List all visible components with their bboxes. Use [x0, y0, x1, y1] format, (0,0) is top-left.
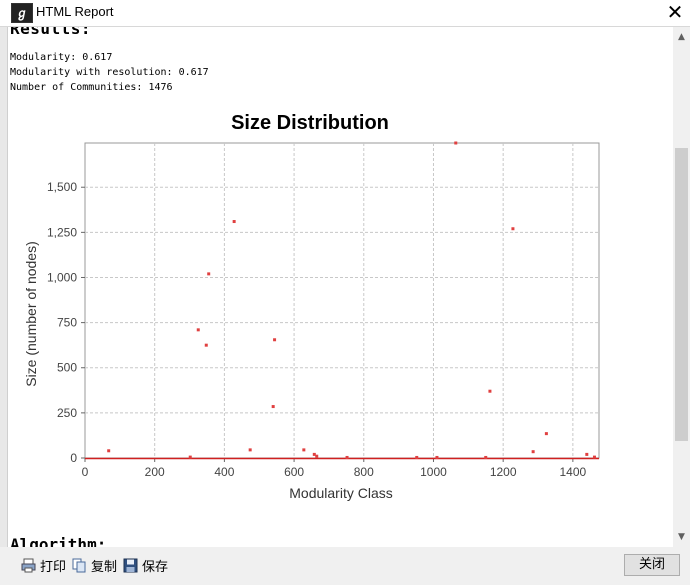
x-tick-label: 600 [284, 465, 304, 479]
data-point [488, 389, 492, 393]
results-heading: Results: [10, 27, 92, 38]
modularity-stat: Modularity: 0.617 [10, 52, 113, 63]
scrollbar-thumb[interactable] [675, 148, 688, 441]
floppy-disk-icon [123, 558, 138, 572]
data-point [415, 455, 419, 459]
x-tick-label: 0 [82, 465, 89, 479]
scroll-up-arrow-icon[interactable]: ▲ [673, 29, 690, 45]
chart-y-axis-label: Size (number of nodes) [23, 241, 39, 387]
copy-label: 复制 [91, 559, 118, 575]
data-point [585, 452, 589, 456]
plot-area [84, 142, 600, 459]
window-title: HTML Report [36, 4, 114, 19]
x-tick-label: 200 [145, 465, 165, 479]
data-point [248, 448, 252, 452]
community-count-stat: Number of Communities: 1476 [10, 82, 173, 93]
data-point [302, 448, 306, 452]
chart-title: Size Distribution [231, 112, 389, 134]
data-point [315, 454, 319, 458]
size-distribution-chart: Size Distribution Modularity Class Size … [23, 112, 600, 501]
x-tick-label: 800 [354, 465, 374, 479]
copy-button[interactable]: 复制 [72, 556, 118, 575]
y-tick-label: 250 [57, 406, 77, 420]
algorithm-heading: Algorithm: [10, 535, 107, 547]
report-content: Results: Modularity: 0.617 Modularity wi… [0, 27, 673, 547]
bottom-toolbar: 打印 复制 保存 关闭 [0, 547, 690, 585]
data-point [511, 227, 515, 231]
vertical-scrollbar[interactable]: ▲ ▼ [673, 27, 690, 547]
x-tick-label: 1400 [560, 465, 587, 479]
data-point [273, 338, 277, 342]
app-icon: ℊ [11, 3, 33, 23]
data-point [435, 455, 439, 459]
y-tick-label: 500 [57, 361, 77, 375]
y-tick-label: 0 [70, 451, 77, 465]
printer-icon [21, 558, 36, 572]
x-tick-label: 1200 [490, 465, 517, 479]
print-button[interactable]: 打印 [21, 556, 67, 575]
data-point [207, 272, 211, 276]
scroll-down-arrow-icon[interactable]: ▼ [673, 529, 690, 545]
data-point [204, 343, 208, 347]
y-tick-label: 750 [57, 316, 77, 330]
x-tick-label: 400 [214, 465, 234, 479]
save-label: 保存 [142, 559, 169, 575]
modularity-resolution-stat: Modularity with resolution: 0.617 [10, 67, 209, 78]
data-point [544, 432, 548, 436]
copy-icon [72, 558, 86, 572]
close-button[interactable]: 关闭 [624, 554, 680, 576]
data-point [107, 449, 111, 453]
y-tick-label: 1,000 [47, 270, 77, 284]
data-point [271, 405, 275, 409]
x-tick-label: 1000 [420, 465, 447, 479]
data-point [196, 328, 200, 332]
data-point [188, 455, 192, 459]
y-tick-label: 1,250 [47, 225, 77, 239]
data-point [592, 455, 596, 459]
close-window-button[interactable]: ✕ [660, 0, 690, 26]
data-point [345, 455, 349, 459]
y-tick-label: 1,500 [47, 180, 77, 194]
print-label: 打印 [40, 559, 67, 575]
data-point [454, 141, 458, 145]
data-point [531, 450, 535, 454]
chart-x-axis-label: Modularity Class [289, 485, 392, 501]
save-button[interactable]: 保存 [123, 556, 169, 575]
data-point [484, 455, 488, 459]
title-bar: ℊ HTML Report ✕ [0, 0, 690, 27]
data-point [232, 220, 236, 224]
